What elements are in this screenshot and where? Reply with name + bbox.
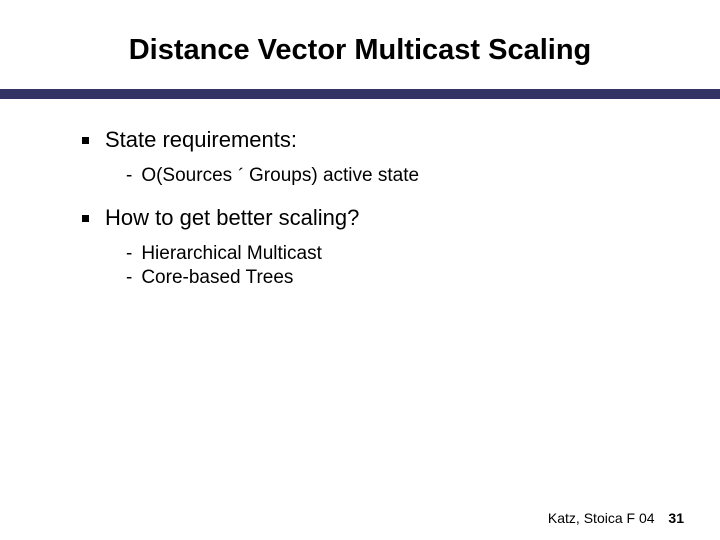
page-number: 31 — [668, 510, 684, 526]
text-prefix: O(Sources — [141, 165, 237, 186]
sub-item-text: Core-based Trees — [141, 267, 293, 289]
bullet-state-requirements: State requirements: — [82, 127, 660, 153]
title-block: Distance Vector Multicast Scaling — [0, 0, 720, 67]
sub-list: - O(Sources ´ Groups) active state — [82, 153, 660, 195]
dash-icon: - — [126, 267, 132, 289]
dash-icon: - — [126, 243, 132, 265]
text-suffix: Groups) active state — [244, 165, 419, 186]
slide: Distance Vector Multicast Scaling State … — [0, 0, 720, 540]
sub-item-hierarchical: - Hierarchical Multicast — [126, 243, 660, 265]
dash-icon: - — [126, 165, 132, 187]
sub-list: - Hierarchical Multicast - Core-based Tr… — [82, 231, 660, 297]
sub-item-active-state: - O(Sources ´ Groups) active state — [126, 165, 660, 187]
square-bullet-icon — [82, 215, 89, 222]
bullet-better-scaling: How to get better scaling? — [82, 205, 660, 231]
sub-item-text: O(Sources ´ Groups) active state — [141, 165, 419, 187]
horizontal-rule — [0, 89, 720, 99]
slide-body: State requirements: - O(Sources ´ Groups… — [0, 99, 720, 297]
bullet-label: How to get better scaling? — [105, 205, 359, 231]
square-bullet-icon — [82, 137, 89, 144]
slide-title: Distance Vector Multicast Scaling — [0, 34, 720, 67]
footer: Katz, Stoica F 04 31 — [548, 510, 684, 526]
attribution: Katz, Stoica F 04 — [548, 510, 655, 526]
sub-item-core-based: - Core-based Trees — [126, 267, 660, 289]
sub-item-text: Hierarchical Multicast — [141, 243, 322, 265]
bullet-label: State requirements: — [105, 127, 297, 153]
